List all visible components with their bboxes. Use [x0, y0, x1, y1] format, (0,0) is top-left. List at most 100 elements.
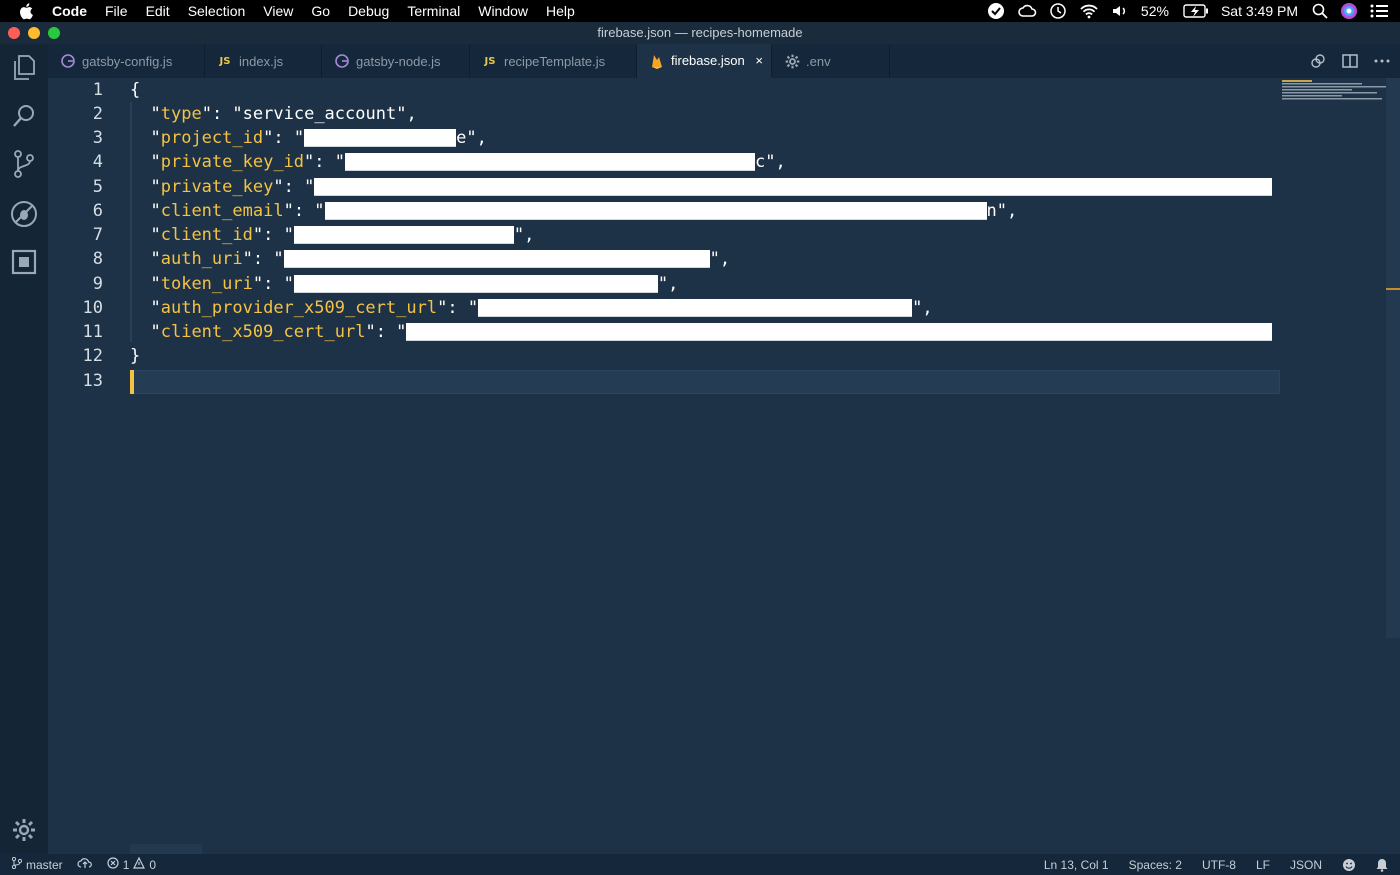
menu-selection[interactable]: Selection: [188, 3, 246, 19]
json-key: token_uri: [160, 274, 253, 294]
code-line: "private_key": ": [130, 175, 1273, 199]
problems-indicator[interactable]: 1 0: [107, 856, 157, 872]
sync-button[interactable]: [77, 857, 93, 872]
debug-icon[interactable]: [10, 200, 38, 228]
json-key: client_email: [160, 201, 284, 221]
value-tail: n: [986, 201, 997, 221]
tab-label: recipeTemplate.js: [504, 53, 606, 69]
editor-actions: [1310, 52, 1392, 70]
zoom-window-button[interactable]: [48, 27, 60, 39]
line-number: 11: [82, 322, 103, 342]
search-icon[interactable]: [10, 102, 38, 130]
json-value: service_account: [242, 104, 397, 124]
branch-indicator[interactable]: master: [11, 856, 63, 872]
extensions-icon[interactable]: [10, 248, 38, 276]
vertical-scrollbar[interactable]: [1386, 78, 1400, 638]
spotlight-search-icon[interactable]: [1312, 3, 1328, 19]
feedback-smiley-icon[interactable]: [1342, 858, 1356, 872]
notifications-bell-icon[interactable]: [1376, 858, 1388, 872]
error-icon: [107, 857, 119, 872]
menu-app-name[interactable]: Code: [52, 3, 87, 19]
menu-edit[interactable]: Edit: [146, 3, 170, 19]
json-key: private_key: [160, 177, 274, 197]
menu-window[interactable]: Window: [478, 3, 528, 19]
code-line: "auth_uri": " ",: [150, 249, 731, 269]
window-titlebar: firebase.json — recipes-homemade: [0, 22, 1400, 44]
battery-charging-icon[interactable]: [1183, 4, 1209, 18]
js-icon: JS: [484, 55, 496, 67]
apple-icon[interactable]: [18, 2, 36, 20]
tab-firebase-json[interactable]: firebase.json ×: [637, 44, 772, 78]
code-line: "auth_provider_x509_cert_url": " ",: [150, 298, 933, 318]
explorer-icon[interactable]: [10, 54, 38, 82]
line-number: 10: [82, 298, 103, 318]
more-actions-icon[interactable]: [1374, 52, 1392, 70]
brace-close: }: [130, 346, 141, 366]
value-tail: c: [755, 152, 766, 172]
json-key: client_x509_cert_url: [160, 322, 366, 342]
redaction-block: [406, 323, 1273, 341]
menu-terminal[interactable]: Terminal: [407, 3, 460, 19]
time-machine-icon[interactable]: [1049, 2, 1067, 20]
menu-file[interactable]: File: [105, 3, 128, 19]
code-editor[interactable]: 1 2 3 4 5 6 7 8 9 10 11 12 13 { "type": …: [48, 78, 1400, 854]
redaction-block: [293, 275, 658, 293]
json-key: project_id: [160, 128, 264, 148]
line-number: 2: [92, 104, 103, 124]
json-key: private_key_id: [160, 152, 305, 172]
volume-icon[interactable]: [1111, 3, 1129, 19]
menu-view[interactable]: View: [263, 3, 293, 19]
code-line: }: [130, 344, 140, 368]
tab-index-js[interactable]: JS index.js: [205, 44, 322, 78]
battery-percent: 52%: [1140, 3, 1169, 19]
menu-debug[interactable]: Debug: [348, 3, 389, 19]
tab-recipe-template[interactable]: JS recipeTemplate.js: [470, 44, 637, 78]
git-branch-icon: [11, 856, 23, 872]
wifi-icon[interactable]: [1079, 3, 1099, 19]
menu-list-icon[interactable]: [1370, 4, 1388, 18]
tab-gatsby-config[interactable]: gatsby-config.js: [48, 44, 205, 78]
editor-tab-bar: gatsby-config.js JS index.js gatsby-node…: [48, 44, 1400, 78]
tab-gatsby-node[interactable]: gatsby-node.js: [322, 44, 470, 78]
split-editor-icon[interactable]: [1342, 52, 1360, 70]
horizontal-scrollbar[interactable]: [130, 844, 202, 854]
close-tab-icon[interactable]: ×: [755, 53, 763, 68]
line-number: 3: [92, 128, 103, 148]
source-control-icon[interactable]: [10, 150, 38, 178]
open-changes-icon[interactable]: [1310, 52, 1328, 70]
line-number: 7: [92, 225, 103, 245]
menu-help[interactable]: Help: [546, 3, 575, 19]
line-number: 9: [92, 274, 103, 294]
line-number: 6: [92, 201, 103, 221]
menubar-clock[interactable]: Sat 3:49 PM: [1221, 3, 1298, 19]
window-title: firebase.json — recipes-homemade: [597, 25, 803, 40]
cursor-position[interactable]: Ln 13, Col 1: [1044, 858, 1109, 872]
end-of-line[interactable]: LF: [1256, 858, 1270, 872]
settings-gear-icon[interactable]: [10, 816, 38, 844]
line-number: 12: [82, 346, 103, 366]
encoding[interactable]: UTF-8: [1202, 858, 1236, 872]
code-line: "client_x509_cert_url": ": [130, 320, 1273, 344]
tab-label: index.js: [239, 53, 284, 69]
creative-cloud-icon[interactable]: [1017, 3, 1037, 19]
code-area[interactable]: { "type": "service_account", "project_id…: [130, 78, 1280, 854]
language-mode[interactable]: JSON: [1290, 858, 1322, 872]
redaction-block: [345, 153, 756, 171]
check-circle-icon[interactable]: [987, 2, 1005, 20]
siri-icon[interactable]: [1340, 2, 1358, 20]
branch-name: master: [26, 857, 63, 872]
warning-count: 0: [149, 857, 157, 872]
value-tail: e: [456, 128, 467, 148]
minimize-window-button[interactable]: [28, 27, 40, 39]
code-line: "client_email": " n",: [150, 201, 1018, 221]
minimap[interactable]: [1280, 78, 1390, 102]
json-key: auth_provider_x509_cert_url: [160, 298, 438, 318]
activity-bar: [0, 44, 48, 854]
menu-go[interactable]: Go: [311, 3, 330, 19]
line-number: 13: [82, 371, 103, 391]
redaction-block: [304, 129, 457, 147]
tab-env[interactable]: .env: [772, 44, 890, 78]
close-window-button[interactable]: [8, 27, 20, 39]
indentation[interactable]: Spaces: 2: [1129, 858, 1182, 872]
line-number-gutter: 1 2 3 4 5 6 7 8 9 10 11 12 13: [48, 78, 128, 854]
